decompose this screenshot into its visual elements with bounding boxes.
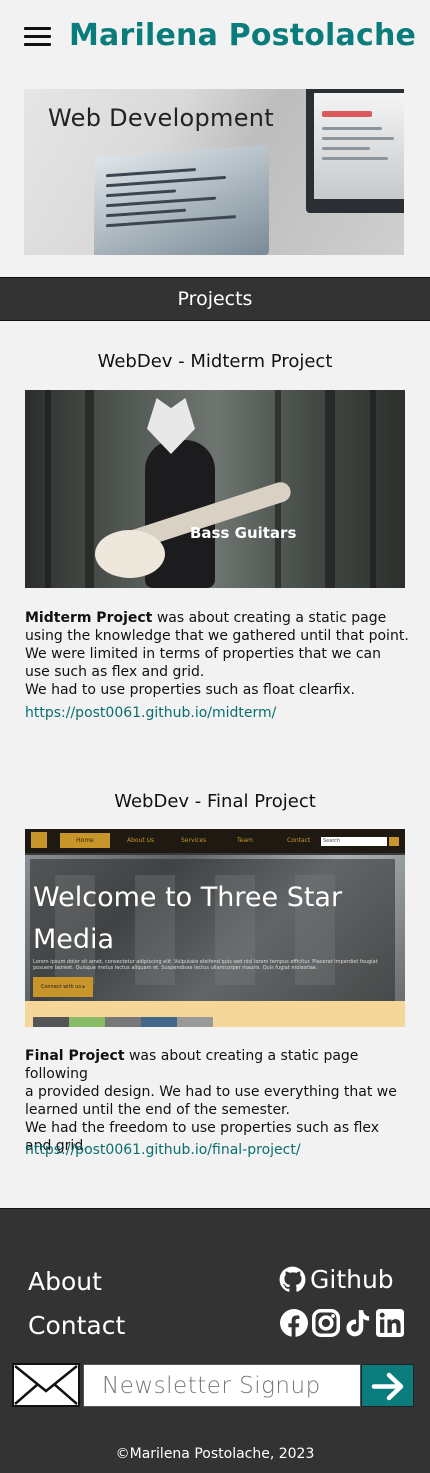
project-lead: Final Project	[25, 1048, 125, 1064]
projects-section-header: Projects	[0, 277, 430, 321]
github-label: Github	[310, 1265, 394, 1294]
project-description: Midterm Project was about creating a sta…	[25, 610, 409, 698]
project-title: WebDev - Midterm Project	[97, 351, 333, 372]
site-title[interactable]: Marilena Postolache	[69, 18, 416, 53]
laptop-screen-image	[94, 144, 269, 255]
newsletter-submit-button[interactable]	[361, 1364, 414, 1407]
star-logo-icon	[31, 832, 47, 848]
final-project-link[interactable]: https://post0061.github.io/final-project…	[25, 1142, 301, 1158]
site-footer: About Contact Github Newsletter Signup ©…	[0, 1208, 430, 1473]
midterm-project-image: Bass Guitars	[25, 390, 405, 588]
mail-envelope-icon	[12, 1363, 80, 1407]
projects-heading: Projects	[177, 288, 253, 310]
arrow-right-icon	[371, 1372, 404, 1401]
project-description: Final Project was about creating a stati…	[25, 1048, 397, 1154]
image-caption: Bass Guitars	[190, 524, 297, 542]
footer-about-link[interactable]: About	[28, 1267, 102, 1296]
monitor-image	[306, 89, 404, 213]
github-icon	[279, 1266, 306, 1292]
facebook-icon[interactable]	[280, 1309, 308, 1337]
image-headline: Welcome to Three Star Media	[33, 882, 343, 955]
midterm-project-link[interactable]: https://post0061.github.io/midterm/	[25, 705, 276, 721]
tiktok-icon[interactable]	[344, 1309, 372, 1337]
github-link[interactable]: Github	[279, 1265, 394, 1294]
hero-title: Web Development	[48, 104, 275, 132]
linkedin-icon[interactable]	[376, 1309, 404, 1337]
instagram-icon[interactable]	[312, 1309, 340, 1337]
final-project-image: Home About Us Services Team Contact Sear…	[25, 829, 405, 1027]
copyright-text: ©Marilena Postolache, 2023	[115, 1446, 315, 1462]
site-header: Marilena Postolache	[0, 0, 430, 78]
newsletter-input[interactable]	[83, 1364, 361, 1407]
project-title: WebDev - Final Project	[114, 791, 316, 812]
footer-contact-link[interactable]: Contact	[28, 1311, 125, 1340]
project-lead: Midterm Project	[25, 610, 153, 626]
hamburger-menu-icon[interactable]	[24, 27, 51, 47]
hero-banner: Web Development	[24, 89, 404, 255]
social-icons	[280, 1309, 404, 1337]
